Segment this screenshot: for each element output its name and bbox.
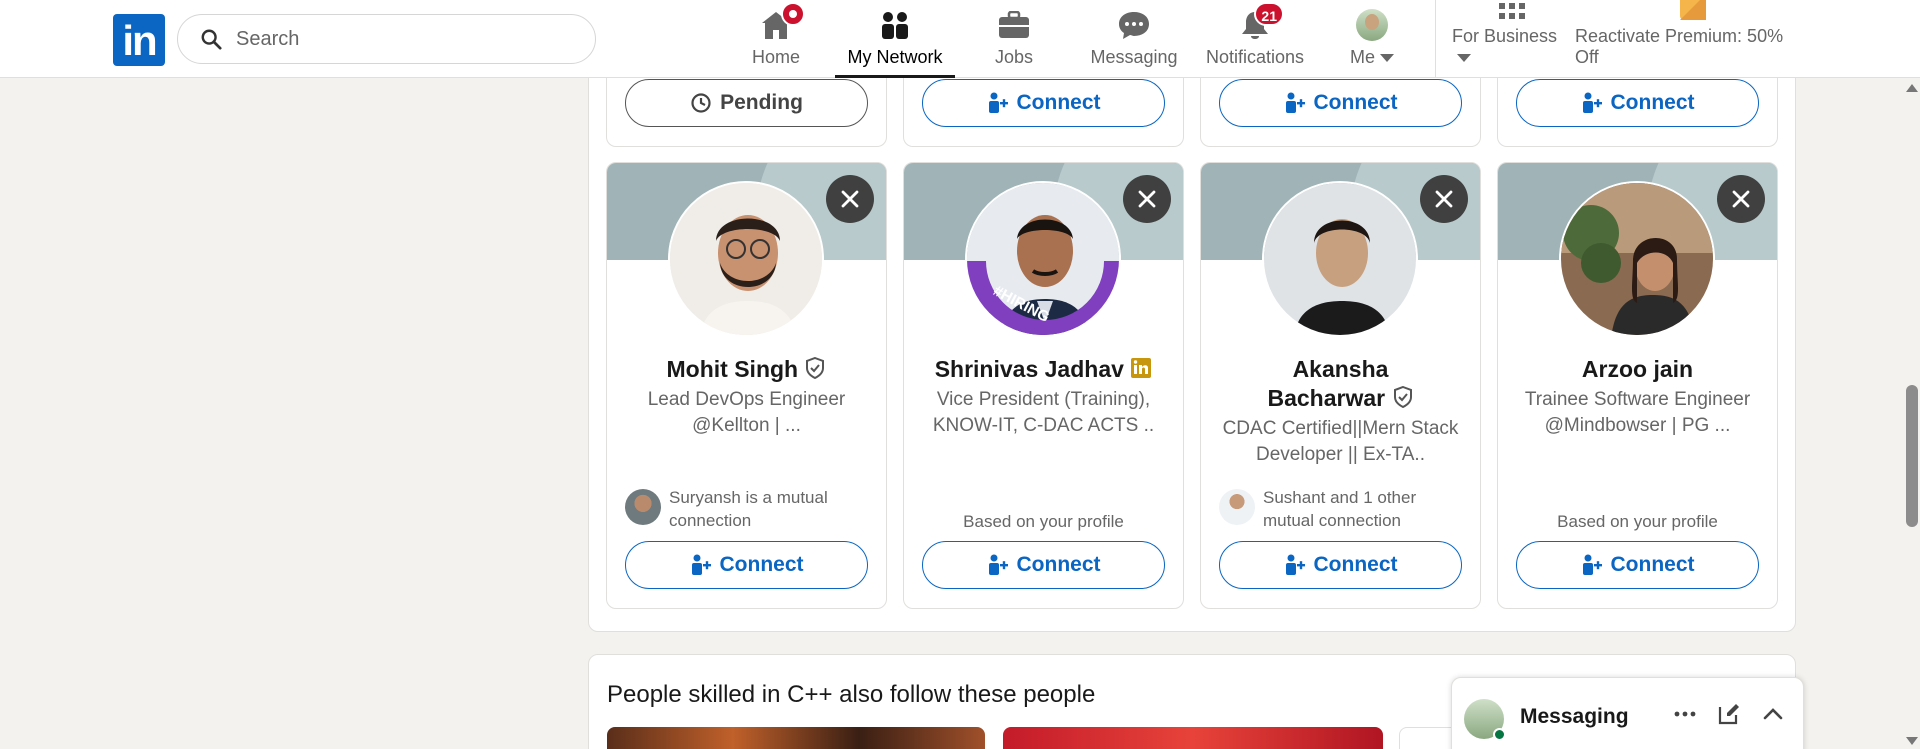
add-person-icon <box>1285 554 1305 575</box>
add-person-icon <box>691 554 711 575</box>
based-on-profile: Based on your profile <box>1557 512 1718 531</box>
top-navigation-bar: in Home My Network Jobs Messaging 21 <box>0 0 1920 78</box>
home-notification-dot <box>781 2 805 26</box>
person-headline: Trainee Software Engineer @Mindbowser | … <box>1524 389 1751 436</box>
connect-button[interactable]: Connect <box>922 541 1165 589</box>
dismiss-button[interactable] <box>1717 175 1765 223</box>
nav-premium[interactable]: Reactivate Premium: 50% Off <box>1575 0 1810 78</box>
nav-messaging-label: Messaging <box>1090 47 1178 67</box>
online-status-indicator <box>1493 728 1506 741</box>
close-icon <box>1138 190 1156 208</box>
jobs-icon <box>999 11 1029 38</box>
nav-for-business[interactable]: For Business <box>1452 0 1572 78</box>
clock-icon <box>691 93 711 113</box>
nav-messaging[interactable]: Messaging <box>1086 0 1182 78</box>
nav-my-network-label: My Network <box>847 47 943 67</box>
add-person-icon <box>1582 554 1602 575</box>
mutual-connection: Sushant and 1 other mutual connection <box>1219 486 1468 532</box>
grid-icon <box>1499 3 1525 19</box>
search-bar[interactable] <box>177 14 596 64</box>
nav-home[interactable]: Home <box>739 0 813 78</box>
connect-button[interactable]: Connect <box>625 541 868 589</box>
nav-me[interactable]: Me <box>1340 0 1404 78</box>
add-person-icon <box>988 92 1008 113</box>
connect-button[interactable]: Connect <box>1219 541 1462 589</box>
add-person-icon <box>1582 92 1602 113</box>
linkedin-logo[interactable]: in <box>113 14 165 66</box>
search-input[interactable] <box>236 27 536 51</box>
follow-card-image[interactable] <box>1399 727 1459 749</box>
person-headline: Vice President (Training), KNOW-IT, C-DA… <box>932 389 1155 436</box>
person-name[interactable]: Arzoo jain <box>1508 355 1767 384</box>
person-name[interactable]: Shrinivas Jadhav <box>914 355 1173 384</box>
nav-home-label: Home <box>751 47 800 67</box>
follow-card-image[interactable] <box>607 727 985 749</box>
nav-my-network[interactable]: My Network <box>835 0 955 78</box>
person-name[interactable]: Akansha Bacharwar <box>1241 355 1440 413</box>
person-headline: CDAC Certified||Mern Stack Developer || … <box>1222 418 1459 465</box>
mutual-avatar <box>625 489 661 525</box>
more-options-icon[interactable] <box>1673 702 1697 726</box>
pending-button[interactable]: Pending <box>625 79 868 127</box>
chevron-down-icon <box>1457 54 1471 63</box>
section-title: People skilled in C++ also follow these … <box>607 681 1096 708</box>
dismiss-button[interactable] <box>826 175 874 223</box>
chevron-down-icon <box>1380 54 1394 63</box>
my-network-icon <box>882 12 908 39</box>
avatar <box>1464 699 1506 741</box>
close-icon <box>1732 190 1750 208</box>
messaging-widget[interactable]: Messaging <box>1451 677 1804 749</box>
person-card-arzoo-jain[interactable]: Arzoo jain Trainee Software Engineer @Mi… <box>1497 162 1778 609</box>
dismiss-button[interactable] <box>1420 175 1468 223</box>
nav-me-label: Me <box>1350 47 1394 68</box>
verified-shield-icon <box>1393 385 1412 409</box>
follow-card-image[interactable] <box>1003 727 1383 749</box>
connect-button[interactable]: Connect <box>1219 79 1462 127</box>
person-headline: Lead DevOps Engineer @Kellton | ... <box>647 389 846 436</box>
connect-button[interactable]: Connect <box>1516 79 1759 127</box>
add-person-icon <box>1285 92 1305 113</box>
people-you-may-know-panel: Pending Connect Connect Connect Mohit Si… <box>588 0 1796 632</box>
person-name[interactable]: Mohit Singh <box>617 355 876 384</box>
scroll-up-arrow[interactable] <box>1906 84 1918 92</box>
nav-for-business-label: For Business <box>1452 26 1572 68</box>
scrollbar-thumb[interactable] <box>1906 385 1918 527</box>
close-icon <box>1435 190 1453 208</box>
person-card-mohit-singh[interactable]: Mohit Singh Lead DevOps Engineer @Kellto… <box>606 162 887 609</box>
mutual-avatar <box>1219 489 1255 525</box>
nav-premium-label: Reactivate Premium: 50% Off <box>1575 26 1784 67</box>
person-card-akansha-bacharwar[interactable]: Akansha Bacharwar CDAC Certified||Mern S… <box>1200 162 1481 609</box>
compose-icon[interactable] <box>1717 702 1741 726</box>
nav-jobs[interactable]: Jobs <box>974 0 1054 78</box>
close-icon <box>841 190 859 208</box>
based-on-profile: Based on your profile <box>963 512 1124 531</box>
nav-notifications[interactable]: 21 Notifications <box>1202 0 1308 78</box>
messaging-icon <box>1119 12 1149 39</box>
chevron-up-icon[interactable] <box>1761 702 1785 726</box>
premium-icon <box>1679 0 1706 20</box>
dismiss-button[interactable] <box>1123 175 1171 223</box>
nav-divider <box>1435 0 1436 78</box>
nav-notifications-label: Notifications <box>1205 47 1305 67</box>
scroll-down-arrow[interactable] <box>1906 737 1918 745</box>
verified-shield-icon <box>806 356 825 380</box>
notifications-count-badge: 21 <box>1254 2 1284 26</box>
person-card-shrinivas-jadhav[interactable]: #HIRING Shrinivas Jadhav Vice President … <box>903 162 1184 609</box>
avatar <box>1356 9 1388 41</box>
connect-button[interactable]: Connect <box>922 79 1165 127</box>
profile-photo[interactable] <box>1262 181 1418 337</box>
connect-button[interactable]: Connect <box>1516 541 1759 589</box>
search-icon <box>201 29 222 50</box>
page-scrollbar[interactable] <box>1902 78 1920 749</box>
mutual-connection: Suryansh is a mutual connection <box>625 486 874 532</box>
nav-jobs-label: Jobs <box>994 47 1034 67</box>
linkedin-premium-icon <box>1131 358 1152 378</box>
profile-photo[interactable] <box>668 181 824 337</box>
profile-photo[interactable]: #HIRING <box>965 181 1121 337</box>
messaging-label: Messaging <box>1520 705 1629 728</box>
add-person-icon <box>988 554 1008 575</box>
profile-photo[interactable] <box>1559 181 1715 337</box>
